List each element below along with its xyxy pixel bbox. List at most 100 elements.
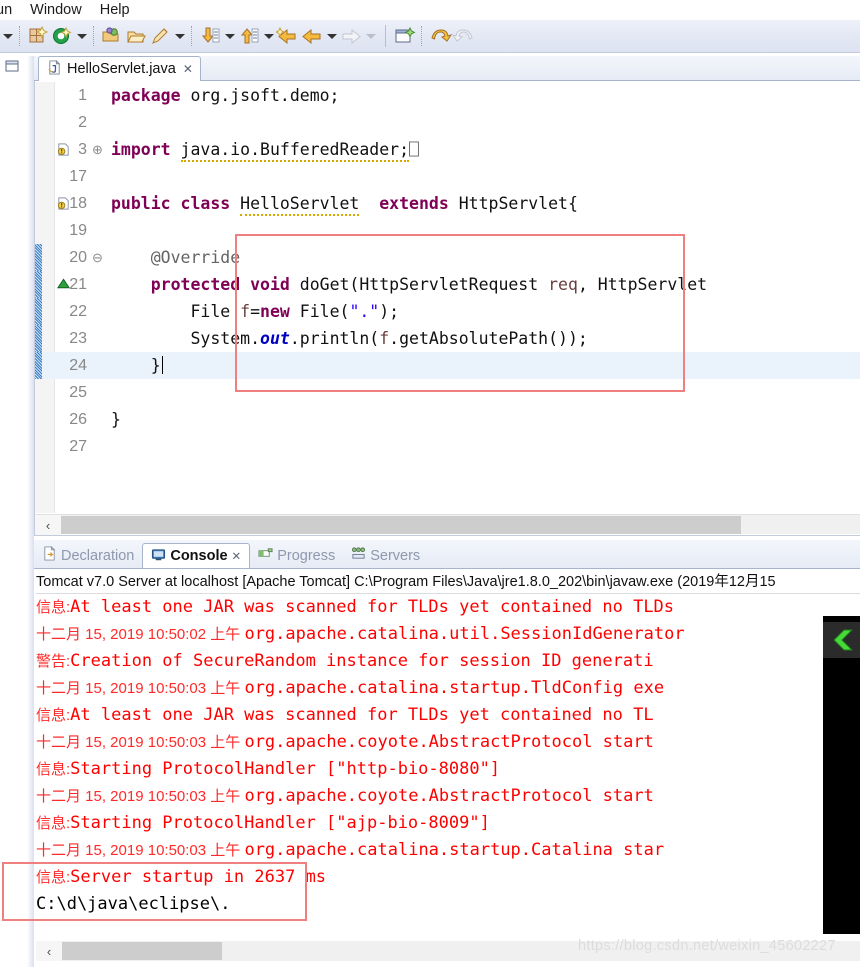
green-chevron-icon bbox=[823, 622, 860, 658]
editor-horizontal-scrollbar[interactable]: ‹ bbox=[35, 514, 860, 535]
code-line[interactable]: 27 bbox=[35, 433, 860, 460]
code-text: File f=new File("."); bbox=[111, 302, 400, 321]
console-line: C:\d\java\eclipse\. bbox=[36, 891, 860, 918]
console-line-text: At least one JAR was scanned for TLDs ye… bbox=[70, 705, 654, 725]
code-line[interactable]: 26} bbox=[35, 406, 860, 433]
open-resource-icon[interactable] bbox=[124, 24, 148, 48]
scroll-thumb[interactable] bbox=[62, 942, 222, 960]
next-annotation-icon[interactable] bbox=[198, 24, 222, 48]
console-process-label: Tomcat v7.0 Server at localhost [Apache … bbox=[36, 571, 860, 594]
editor-tab-label: HelloServlet.java bbox=[67, 61, 176, 77]
close-icon[interactable]: ✕ bbox=[183, 63, 193, 75]
change-bar bbox=[35, 352, 42, 379]
progress-icon bbox=[258, 546, 273, 565]
minimize-view-icon[interactable] bbox=[4, 58, 22, 76]
console-line-text: org.apache.coyote.AbstractProtocol start bbox=[244, 786, 654, 806]
new-java-class-icon[interactable] bbox=[50, 24, 74, 48]
chevron-down-icon[interactable] bbox=[1, 20, 14, 52]
warning-marker-icon[interactable] bbox=[56, 196, 72, 212]
code-line[interactable]: 1 package org.jsoft.demo; bbox=[35, 82, 860, 109]
chevron-down-icon[interactable] bbox=[223, 20, 236, 52]
change-bar bbox=[35, 271, 42, 298]
toolbar-separator bbox=[19, 26, 22, 46]
undo-icon[interactable] bbox=[428, 24, 452, 48]
chevron-down-icon[interactable] bbox=[173, 20, 186, 52]
toolbar-separator bbox=[93, 26, 96, 46]
code-line[interactable]: 24 } bbox=[35, 352, 860, 379]
change-bar bbox=[35, 244, 42, 271]
console-line-text: org.apache.coyote.AbstractProtocol start bbox=[244, 732, 654, 752]
code-line[interactable]: 2 bbox=[35, 109, 860, 136]
forward-navigation-icon bbox=[339, 24, 363, 48]
quick-access-icon[interactable] bbox=[148, 24, 172, 48]
warning-marker-icon[interactable] bbox=[56, 142, 72, 158]
console-line-text: Creation of SecureRandom instance for se… bbox=[70, 651, 654, 671]
code-editor[interactable]: 1 package org.jsoft.demo; 2 3 ⊕ import java.i… bbox=[35, 82, 860, 513]
editor-tab-strip: HelloServlet.java ✕ bbox=[34, 56, 860, 81]
console-line-prefix: 十二月 15, 2019 10:50:03 上午 bbox=[36, 788, 245, 805]
code-line[interactable]: 22 File f=new File("."); bbox=[35, 298, 860, 325]
menu-item-run[interactable]: un bbox=[0, 0, 21, 20]
console-line-text: org.apache.catalina.startup.TldConfig ex… bbox=[244, 678, 665, 698]
console-line-prefix: 信息: bbox=[36, 869, 71, 886]
editor-tab-helloservlet[interactable]: HelloServlet.java ✕ bbox=[38, 56, 201, 81]
code-line[interactable]: 18 public class HelloServlet extends Http… bbox=[35, 190, 860, 217]
close-icon[interactable]: ✕ bbox=[232, 549, 242, 563]
tab-declaration[interactable]: Declaration bbox=[34, 543, 142, 568]
new-editor-icon[interactable] bbox=[393, 24, 417, 48]
code-line[interactable]: 19 bbox=[35, 217, 860, 244]
line-number: 19 bbox=[69, 222, 87, 239]
java-file-icon bbox=[47, 59, 62, 79]
line-number: 22 bbox=[69, 303, 87, 320]
previous-annotation-icon[interactable] bbox=[237, 24, 261, 48]
new-wizard-icon[interactable] bbox=[26, 24, 50, 48]
console-line-prefix: 十二月 15, 2019 10:50:02 上午 bbox=[36, 626, 245, 643]
open-type-icon[interactable] bbox=[100, 24, 124, 48]
console-line-prefix: 信息: bbox=[36, 815, 71, 832]
console-line-prefix: 信息: bbox=[36, 761, 71, 778]
overlay-black-bar bbox=[823, 616, 860, 934]
code-text: } bbox=[111, 356, 163, 375]
scroll-left-icon[interactable]: ‹ bbox=[36, 941, 62, 961]
code-text: System.out.println(f.getAbsolutePath()); bbox=[111, 329, 588, 348]
tab-console[interactable]: Console ✕ bbox=[142, 543, 251, 568]
tab-label: Console bbox=[170, 548, 228, 564]
line-number: 26 bbox=[69, 411, 87, 428]
chevron-down-icon bbox=[364, 20, 377, 52]
console-line: 信息:At least one JAR was scanned for TLDs… bbox=[36, 702, 860, 729]
line-number: 24 bbox=[69, 357, 87, 374]
line-number: 25 bbox=[69, 384, 87, 401]
code-text: package org.jsoft.demo; bbox=[111, 86, 340, 105]
chevron-down-icon[interactable] bbox=[325, 20, 338, 52]
code-line[interactable]: 3 ⊕ import java.io.BufferedReader;⎕ bbox=[35, 136, 860, 163]
line-number: 17 bbox=[69, 168, 87, 185]
tab-servers[interactable]: Servers bbox=[343, 543, 428, 568]
console-line: 十二月 15, 2019 10:50:03 上午 org.apache.coyo… bbox=[36, 783, 860, 810]
console-line: 十二月 15, 2019 10:50:02 上午 org.apache.cata… bbox=[36, 621, 860, 648]
console-line-text: org.apache.catalina.util.SessionIdGenera… bbox=[244, 624, 685, 644]
code-line[interactable]: 23 System.out.println(f.getAbsolutePath(… bbox=[35, 325, 860, 352]
chevron-down-icon[interactable] bbox=[262, 20, 275, 52]
chevron-down-icon[interactable] bbox=[75, 20, 88, 52]
scroll-thumb[interactable] bbox=[61, 516, 741, 534]
code-line[interactable]: 25 bbox=[35, 379, 860, 406]
menu-item-window[interactable]: Window bbox=[21, 0, 91, 20]
back-navigation-icon[interactable] bbox=[300, 24, 324, 48]
console-output[interactable]: 信息: At least one JAR was scanned for TLDs… bbox=[36, 594, 860, 934]
console-line-text: Server startup in 2637 ms bbox=[70, 867, 327, 887]
override-marker-icon[interactable] bbox=[56, 277, 72, 293]
console-line-prefix: 十二月 15, 2019 10:50:03 上午 bbox=[36, 842, 245, 859]
code-line[interactable]: 20 ⊖ @Override bbox=[35, 244, 860, 271]
console-line: 信息:Starting ProtocolHandler ["ajp-bio-80… bbox=[36, 810, 860, 837]
scroll-left-icon[interactable]: ‹ bbox=[35, 515, 61, 535]
fold-toggle-icon[interactable]: ⊕ bbox=[91, 136, 104, 163]
back-to-icon[interactable] bbox=[276, 24, 300, 48]
menu-item-help[interactable]: Help bbox=[91, 0, 139, 20]
code-line[interactable]: 21 protected void doGet(HttpServletReque… bbox=[35, 271, 860, 298]
change-bar bbox=[35, 298, 42, 325]
tab-progress[interactable]: Progress bbox=[250, 543, 343, 568]
declaration-icon bbox=[42, 545, 57, 565]
console-line: 十二月 15, 2019 10:50:03 上午 org.apache.cata… bbox=[36, 675, 860, 702]
fold-toggle-icon[interactable]: ⊖ bbox=[91, 244, 104, 271]
code-line[interactable]: 17 bbox=[35, 163, 860, 190]
